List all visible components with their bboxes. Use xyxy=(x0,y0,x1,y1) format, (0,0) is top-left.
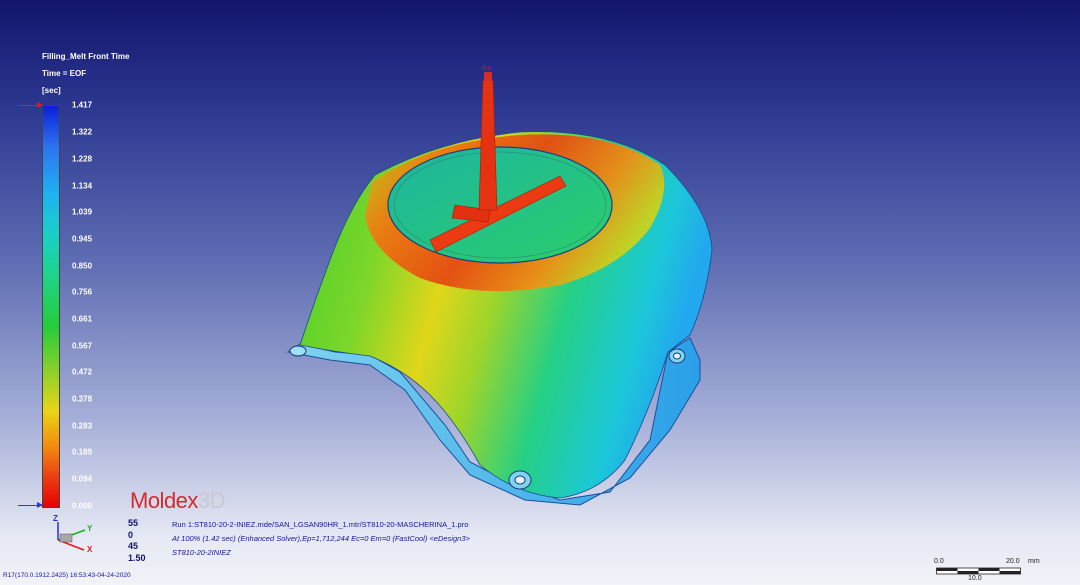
sprue xyxy=(478,79,498,211)
scale-bar-mid: 10.0 xyxy=(968,575,982,582)
run-info-line2: At 100% (1.42 sec) (Enhanced Solver),Ep=… xyxy=(172,534,470,543)
scale-bar-unit: mm xyxy=(1028,558,1040,565)
gate-label: Em xyxy=(482,66,491,72)
scale-bar: 0.0 20.0 mm 10.0 xyxy=(932,558,1072,584)
part-opening xyxy=(387,146,613,264)
view-number: 45 xyxy=(128,541,139,551)
axis-z-label: Z xyxy=(53,514,58,523)
axis-y-label: Y xyxy=(87,524,93,533)
boss-hole xyxy=(289,345,307,357)
moldex3d-logo: Moldex3D xyxy=(130,488,226,513)
view-number: 1.50 xyxy=(128,552,146,563)
axis-triad-icon xyxy=(57,522,86,551)
view-parameters: 55 0 45 1.50 xyxy=(128,518,146,564)
axis-x-label: X xyxy=(87,545,93,554)
view-number: 0 xyxy=(128,529,134,540)
view-number: 55 xyxy=(128,518,139,528)
scale-bar-right: 20.0 xyxy=(1006,558,1020,565)
version-timestamp: R17(170.0.1912.2425) 16:53:43-04-24-2020 xyxy=(3,572,131,579)
run-info-line1: Run 1:ST810-20-2-INIEZ.mde/SAN_LGSAN90HR… xyxy=(172,520,469,529)
scale-bar-left: 0.0 xyxy=(934,558,944,565)
run-info-line3: ST810-20-2INIEZ xyxy=(172,548,231,557)
